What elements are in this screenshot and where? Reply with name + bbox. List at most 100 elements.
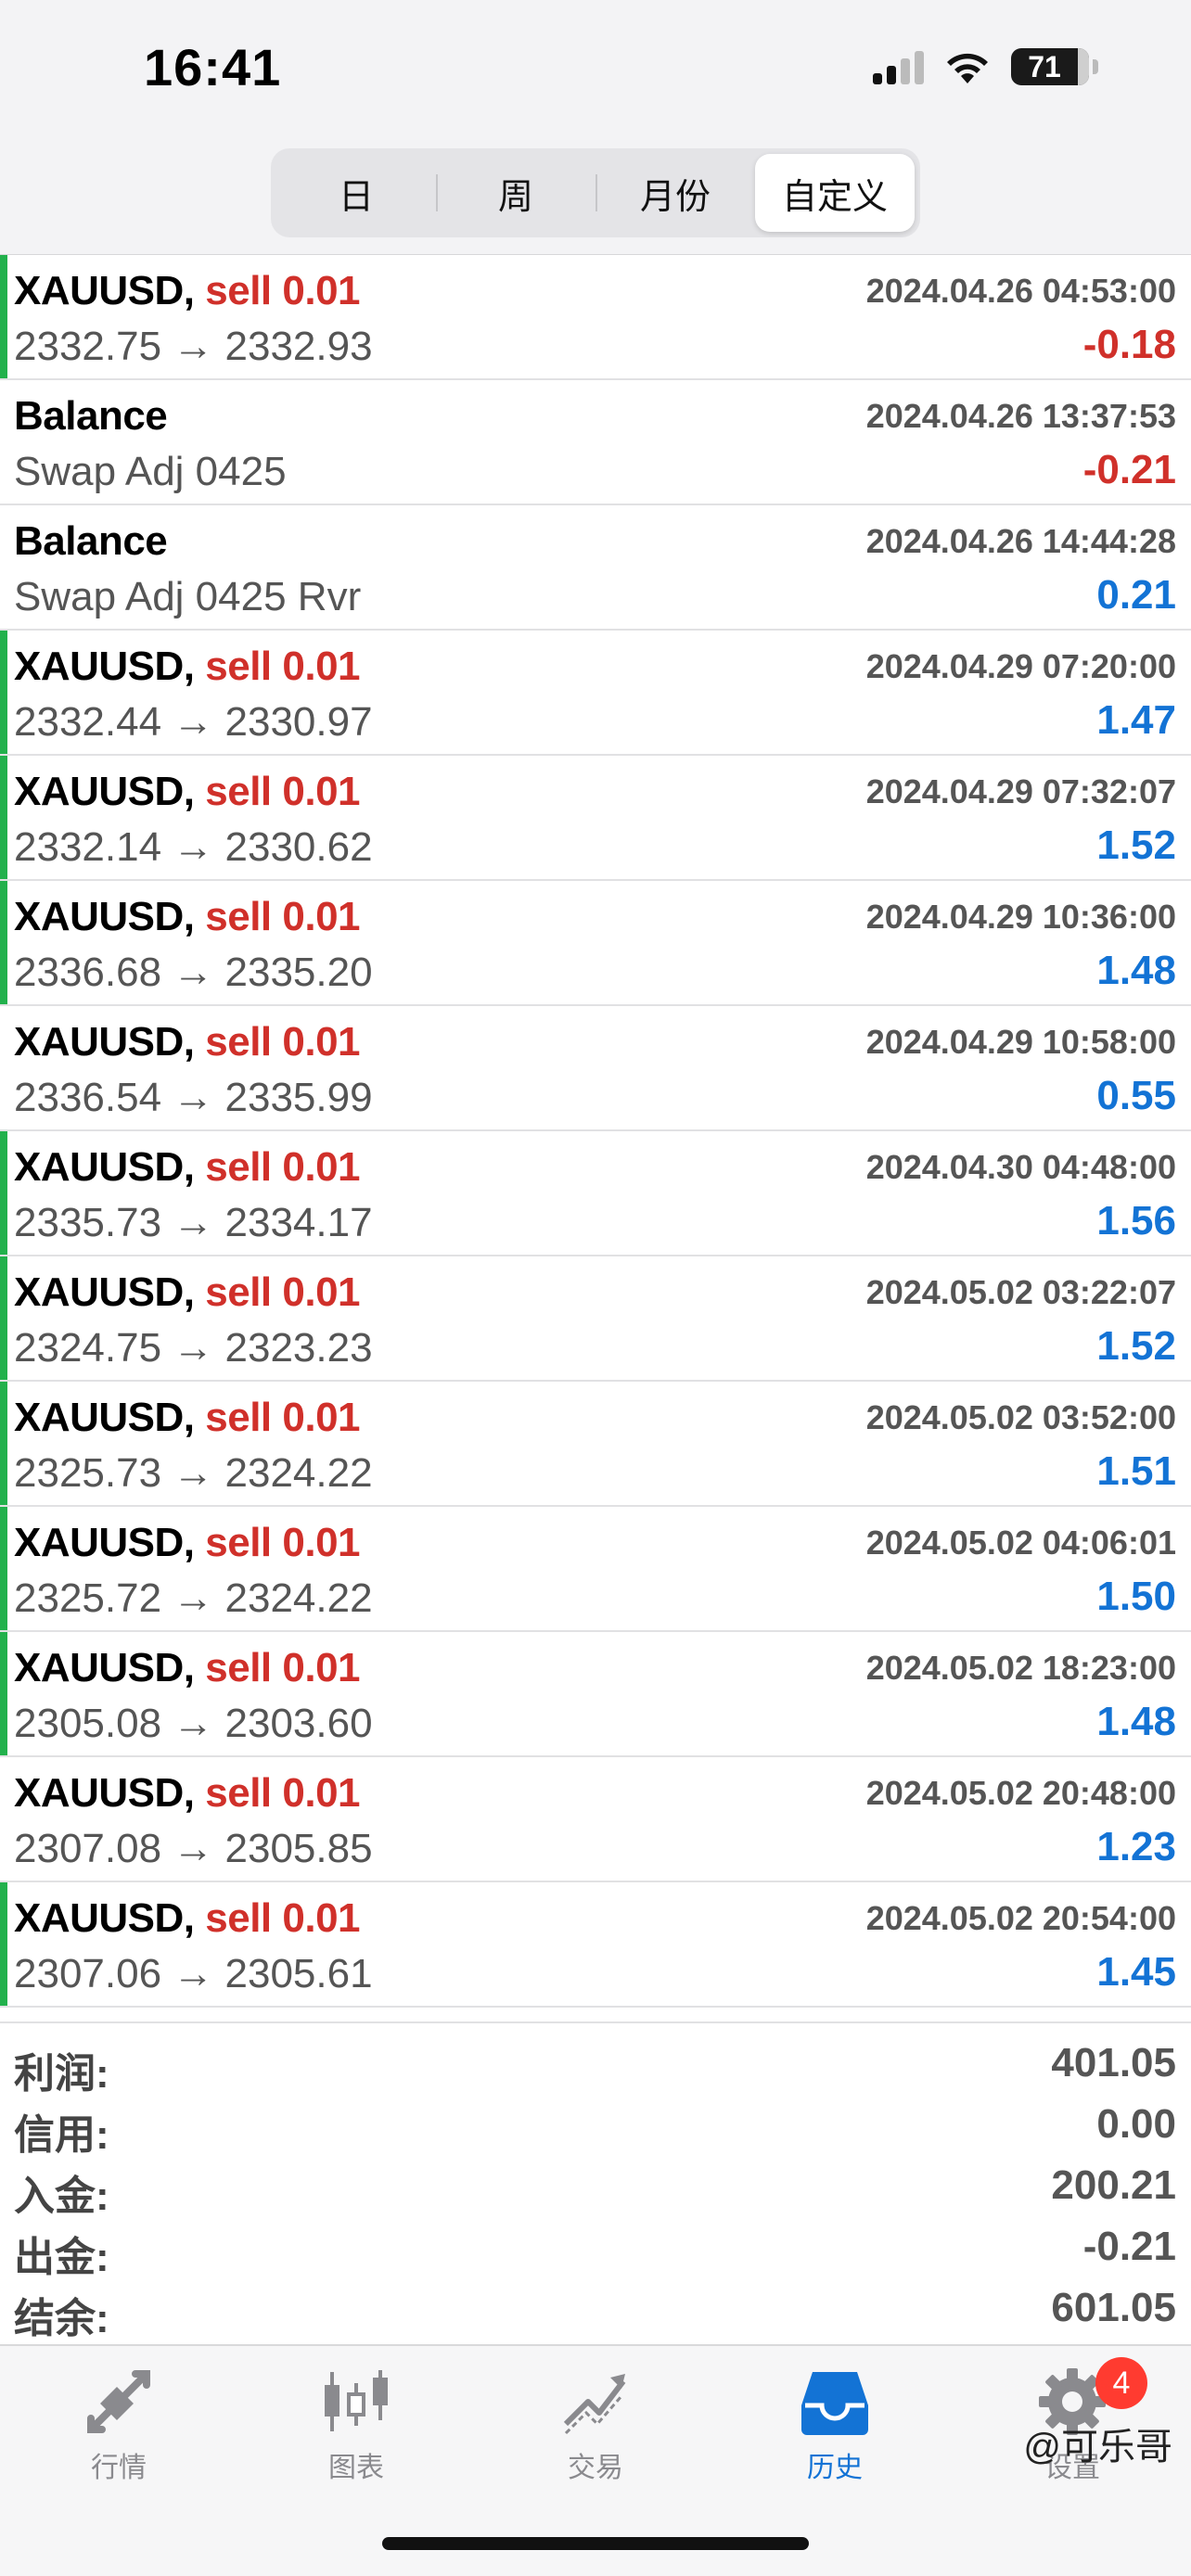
segment-custom[interactable]: 自定义 — [755, 154, 915, 232]
summary-row: 出金: -0.21 — [0, 2218, 1191, 2280]
summary-label: 入金: — [14, 2174, 109, 2219]
tab-history[interactable]: 历史 — [733, 2365, 937, 2485]
notification-badge: 4 — [1095, 2357, 1147, 2409]
deal-symbol: XAUUSD, — [14, 1019, 195, 1065]
deal-detail: 2332.14 → 2330.62 — [14, 824, 373, 870]
status-bar: 16:41 71 — [0, 0, 1191, 139]
deal-row[interactable]: XAUUSD, sell 0.01 2024.05.02 20:54:00 2307… — [0, 1882, 1191, 2008]
summary-value: 200.21 — [1051, 2162, 1176, 2208]
deal-title: XAUUSD, sell 0.01 — [14, 1520, 361, 1566]
deal-time: 2024.04.30 04:48:00 — [865, 1148, 1176, 1186]
deal-symbol: Balance — [14, 518, 168, 564]
deal-row[interactable]: XAUUSD, sell 0.01 2024.05.02 03:22:07 2324… — [0, 1256, 1191, 1382]
deal-result-marker — [0, 255, 7, 378]
deal-result-marker — [0, 1632, 7, 1755]
summary-label: 结余: — [14, 2296, 109, 2341]
deal-result-marker — [0, 1256, 7, 1380]
deal-row[interactable]: Balance 2024.04.26 13:37:53 Swap Adj 0425… — [0, 380, 1191, 505]
deal-time: 2024.04.26 13:37:53 — [865, 397, 1176, 435]
deal-row[interactable]: XAUUSD, sell 0.01 2024.04.26 04:53:00 2332… — [0, 255, 1191, 380]
deal-title: XAUUSD, sell 0.01 — [14, 1269, 361, 1316]
tab-charts[interactable]: 图表 — [254, 2365, 458, 2485]
deal-detail: 2335.73 → 2334.17 — [14, 1200, 373, 1245]
deal-detail: 2336.68 → 2335.20 — [14, 950, 373, 995]
deal-row[interactable]: XAUUSD, sell 0.01 2024.04.30 04:48:00 2335… — [0, 1131, 1191, 1256]
deal-trade: sell 0.01 — [205, 894, 361, 939]
deal-profit: 1.52 — [1096, 823, 1176, 868]
wifi-icon — [947, 53, 988, 83]
segment-week[interactable]: 周 — [436, 154, 596, 232]
deal-time: 2024.04.29 07:32:07 — [865, 772, 1176, 810]
tab-label: 图表 — [328, 2453, 384, 2483]
deal-symbol: XAUUSD, — [14, 1770, 195, 1816]
status-time: 16:41 — [144, 38, 282, 96]
deal-profit: -0.18 — [1082, 322, 1176, 367]
history-inbox-icon — [801, 2372, 868, 2435]
watermark: @可乐哥 — [1023, 2427, 1172, 2468]
deal-detail: 2332.44 → 2330.97 — [14, 699, 373, 745]
home-indicator[interactable] — [382, 2537, 809, 2550]
battery-level: 71 — [1028, 50, 1061, 83]
deal-symbol: XAUUSD, — [14, 1269, 195, 1315]
period-segmented-control: 日 周 月份 自定义 — [271, 148, 920, 237]
summary-value: 601.05 — [1051, 2285, 1176, 2330]
deal-row[interactable]: XAUUSD, sell 0.01 2024.05.02 20:48:00 2307… — [0, 1757, 1191, 1882]
deal-profit: 0.55 — [1096, 1073, 1176, 1118]
deal-profit: -0.21 — [1082, 447, 1176, 492]
deal-profit: 1.47 — [1096, 697, 1176, 743]
deal-symbol: Balance — [14, 393, 168, 439]
deal-time: 2024.05.02 03:52:00 — [865, 1398, 1176, 1436]
deal-profit: 1.48 — [1096, 1699, 1176, 1744]
deal-title: XAUUSD, sell 0.01 — [14, 1019, 361, 1065]
deal-title: XAUUSD, sell 0.01 — [14, 268, 361, 314]
deal-trade: sell 0.01 — [205, 1520, 361, 1565]
deal-row[interactable]: XAUUSD, sell 0.01 2024.04.29 10:36:00 2336… — [0, 881, 1191, 1006]
deal-time: 2024.05.02 20:48:00 — [865, 1774, 1176, 1812]
deal-trade: sell 0.01 — [205, 1895, 361, 1941]
period-filter-bar: 日 周 月份 自定义 — [0, 139, 1191, 255]
deal-trade: sell 0.01 — [205, 1144, 361, 1190]
deal-symbol: XAUUSD, — [14, 894, 195, 939]
summary-row: 结余: 601.05 — [0, 2279, 1191, 2341]
deal-symbol: XAUUSD, — [14, 769, 195, 814]
deal-row[interactable]: XAUUSD, sell 0.01 2024.04.29 07:32:07 2332… — [0, 756, 1191, 881]
deal-trade: sell 0.01 — [205, 1019, 361, 1065]
deal-profit: 1.52 — [1096, 1323, 1176, 1369]
deal-profit: 0.21 — [1096, 572, 1176, 618]
cellular-signal-icon — [873, 49, 924, 84]
deal-profit: 1.51 — [1096, 1448, 1176, 1494]
deal-time: 2024.04.29 10:58:00 — [865, 1023, 1176, 1061]
deal-time: 2024.05.02 03:22:07 — [865, 1273, 1176, 1311]
account-summary: 利润: 401.05 信用: 0.00 入金: 200.21 出金: -0.21 结余: 601.… — [0, 2021, 1191, 2342]
deal-detail: 2307.08 → 2305.85 — [14, 1826, 373, 1871]
segment-day[interactable]: 日 — [276, 154, 436, 232]
deal-time: 2024.05.02 04:06:01 — [865, 1524, 1176, 1562]
deal-detail: 2336.54 → 2335.99 — [14, 1075, 373, 1120]
deal-title: XAUUSD, sell 0.01 — [14, 1144, 361, 1191]
deal-profit: 1.45 — [1096, 1949, 1176, 1995]
deal-detail: 2325.73 → 2324.22 — [14, 1450, 373, 1496]
deal-row[interactable]: XAUUSD, sell 0.01 2024.04.29 07:20:00 2332… — [0, 631, 1191, 756]
deal-title: XAUUSD, sell 0.01 — [14, 769, 361, 815]
deal-result-marker — [0, 1757, 7, 1881]
deal-title: XAUUSD, sell 0.01 — [14, 894, 361, 940]
tab-label: 交易 — [568, 2453, 623, 2483]
tab-trade[interactable]: 交易 — [493, 2365, 698, 2485]
summary-value: 0.00 — [1096, 2101, 1176, 2147]
deal-row[interactable]: XAUUSD, sell 0.01 2024.04.29 10:58:00 2336… — [0, 1006, 1191, 1131]
segment-month[interactable]: 月份 — [596, 154, 755, 232]
trade-trend-icon — [563, 2374, 626, 2435]
deal-time: 2024.05.02 20:54:00 — [865, 1899, 1176, 1937]
deal-detail: Swap Adj 0425 — [14, 449, 287, 494]
deal-row[interactable]: XAUUSD, sell 0.01 2024.05.02 04:06:01 2325… — [0, 1507, 1191, 1632]
tab-quotes[interactable]: 行情 — [17, 2365, 221, 2485]
deal-result-marker — [0, 881, 7, 1004]
deal-result-marker — [0, 1507, 7, 1630]
deal-row[interactable]: XAUUSD, sell 0.01 2024.05.02 18:23:00 2305… — [0, 1632, 1191, 1757]
deal-row[interactable]: XAUUSD, sell 0.01 2024.05.02 03:52:00 2325… — [0, 1382, 1191, 1507]
deal-result-marker — [0, 1882, 7, 2006]
summary-row: 利润: 401.05 — [0, 2034, 1191, 2097]
deal-result-marker — [0, 756, 7, 879]
deal-trade: sell 0.01 — [205, 644, 361, 689]
deal-row[interactable]: Balance 2024.04.26 14:44:28 Swap Adj 0425… — [0, 505, 1191, 631]
